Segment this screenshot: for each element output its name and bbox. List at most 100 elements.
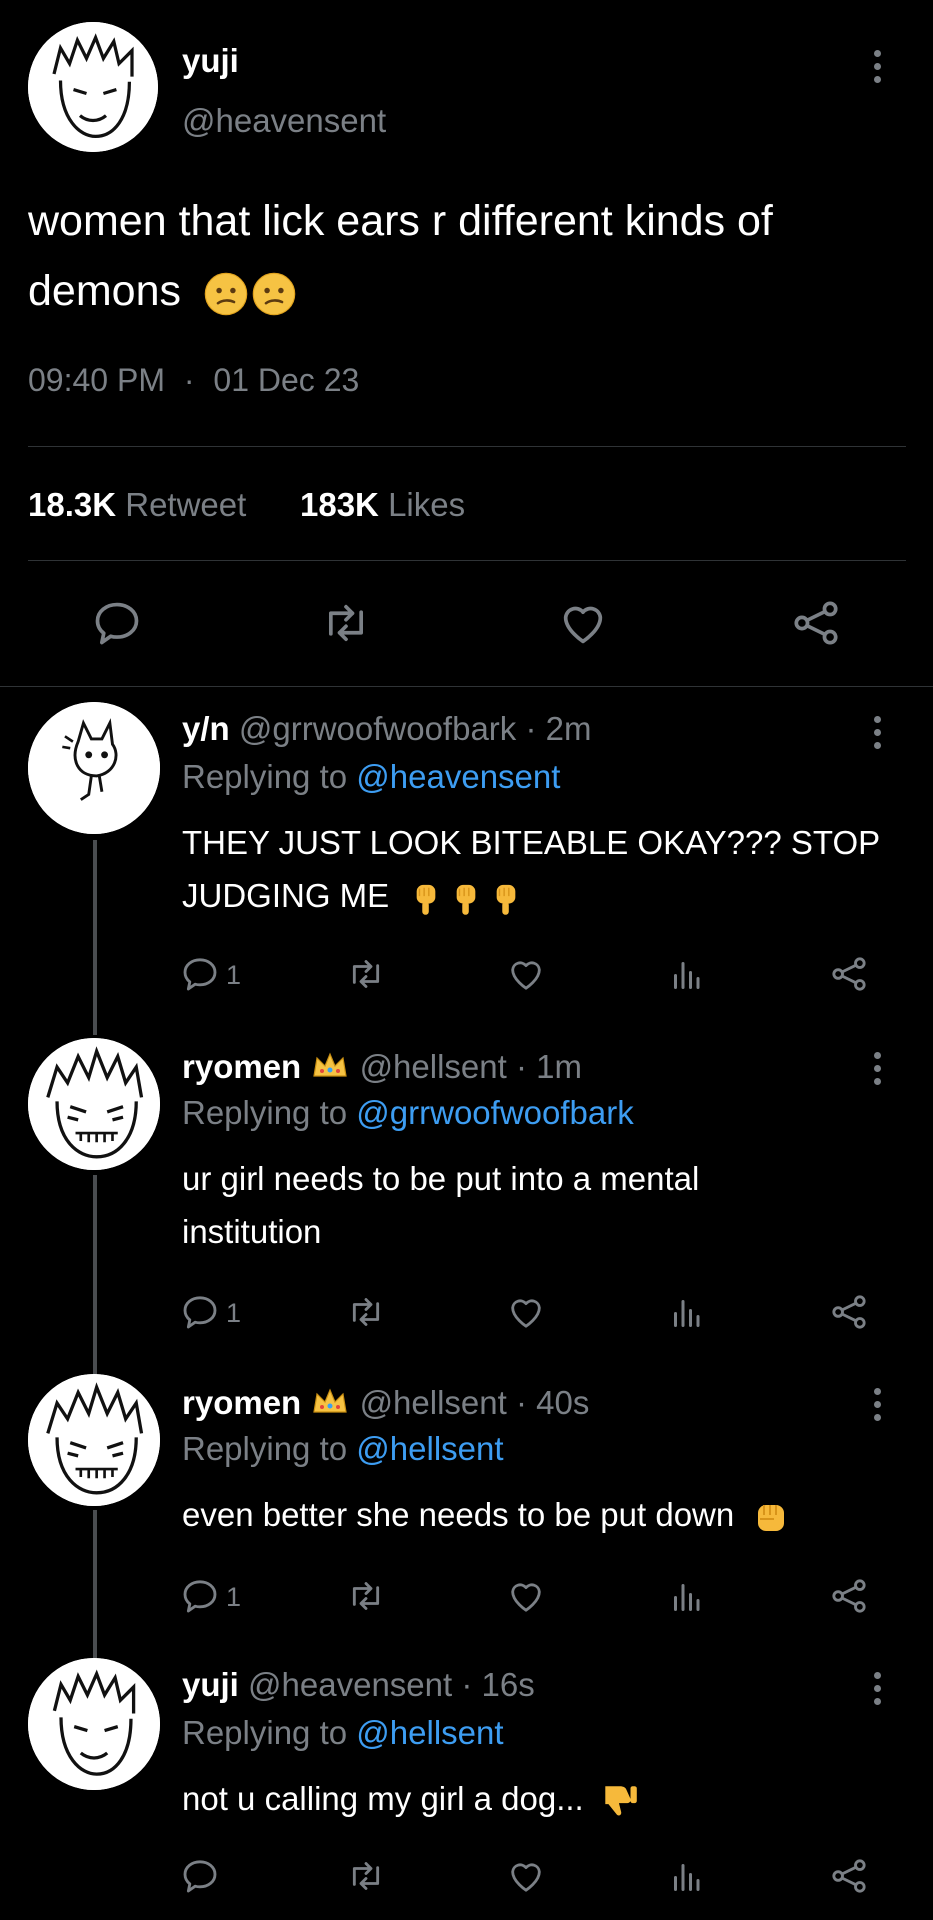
heart-icon[interactable] — [506, 954, 546, 994]
avatar-image — [28, 22, 158, 152]
divider — [28, 446, 906, 447]
analytics-icon[interactable] — [668, 1294, 704, 1330]
reply-count: 1 — [226, 1582, 242, 1612]
heart-icon[interactable] — [506, 1576, 546, 1616]
reply-avatar[interactable] — [28, 1374, 160, 1506]
raised-fist-emoji — [751, 1497, 791, 1537]
reply-time: · 1m — [515, 1048, 582, 1085]
analytics-icon[interactable] — [668, 1858, 704, 1894]
retweet-icon[interactable] — [320, 597, 372, 649]
replying-to-label: Replying to — [182, 1430, 348, 1467]
retweet-icon[interactable] — [346, 1576, 386, 1616]
replying-to-handle[interactable]: @hellsent — [356, 1430, 503, 1467]
reply-header: ryomen @hellsent · 1m — [182, 1048, 582, 1086]
share-icon[interactable] — [829, 1292, 869, 1332]
confused-face-emoji — [203, 271, 249, 317]
retweet-icon[interactable] — [346, 1292, 386, 1332]
more-options-icon[interactable] — [871, 1388, 883, 1421]
share-icon[interactable] — [829, 1856, 869, 1896]
analytics-icon[interactable] — [668, 956, 704, 992]
main-tweet-line-1: women that lick ears r different kinds o… — [28, 197, 773, 245]
reply-author-name[interactable]: yuji — [182, 1666, 239, 1703]
main-tweet-time: 09:40 PM — [28, 362, 165, 398]
heart-icon[interactable] — [506, 1292, 546, 1332]
likes-stat[interactable]: 183K Likes — [300, 486, 465, 524]
reply-icon[interactable] — [180, 954, 220, 994]
replying-to-label: Replying to — [182, 1714, 348, 1751]
reply-header: y/n @grrwoofwoofbark · 2m — [182, 710, 591, 748]
avatar-image — [28, 1038, 160, 1170]
section-divider — [0, 686, 933, 687]
analytics-icon[interactable] — [668, 1578, 704, 1614]
reply-author-handle[interactable]: @grrwoofwoofbark — [239, 710, 516, 747]
reply-text-line-1: THEY JUST LOOK BITEABLE OKAY??? STOP — [182, 824, 881, 861]
timestamp-separator: · — [183, 362, 195, 398]
crown-emoji — [310, 1046, 350, 1086]
reply-header: yuji @heavensent · 16s — [182, 1666, 535, 1704]
retweet-icon[interactable] — [346, 1856, 386, 1896]
replying-to-handle[interactable]: @grrwoofwoofbark — [356, 1094, 633, 1131]
heart-icon[interactable] — [557, 597, 609, 649]
heart-icon[interactable] — [506, 1856, 546, 1896]
reply-text-line-2: institution — [182, 1213, 322, 1250]
reply-author-handle[interactable]: @hellsent — [360, 1384, 507, 1421]
like-label: Likes — [388, 486, 466, 523]
reply-author-name[interactable]: ryomen — [182, 1384, 301, 1421]
reply-author-name[interactable]: y/n — [182, 710, 230, 747]
reply-author-handle[interactable]: @hellsent — [360, 1048, 507, 1085]
retweet-count: 18.3K — [28, 486, 117, 523]
more-options-icon[interactable] — [871, 716, 883, 749]
retweet-label: Retweet — [125, 486, 247, 523]
main-tweet-avatar[interactable] — [28, 22, 158, 152]
replying-to: Replying to @grrwoofwoofbark — [182, 1094, 634, 1132]
reply-text: not u calling my girl a dog... — [182, 1772, 882, 1825]
reply-text-line-1: ur girl needs to be put into a mental — [182, 1160, 700, 1197]
more-options-icon[interactable] — [871, 50, 883, 83]
reply-text-line-1: not u calling my girl a dog... — [182, 1780, 584, 1817]
main-tweet-date: 01 Dec 23 — [213, 362, 360, 398]
more-options-icon[interactable] — [871, 1672, 883, 1705]
replying-to: Replying to @hellsent — [182, 1714, 504, 1752]
main-author-name[interactable]: yuji — [182, 42, 239, 80]
replying-to-handle[interactable]: @heavensent — [356, 758, 560, 795]
thread-line — [93, 840, 97, 1035]
replying-to-label: Replying to — [182, 758, 348, 795]
reply-time: · 2m — [525, 710, 592, 747]
share-icon[interactable] — [829, 1576, 869, 1616]
reply-time: · 16s — [461, 1666, 535, 1703]
share-icon[interactable] — [790, 597, 842, 649]
thumbs-down-emoji — [599, 1780, 641, 1822]
reply-author-name[interactable]: ryomen — [182, 1048, 301, 1085]
reply-avatar[interactable] — [28, 702, 160, 834]
reply-icon[interactable] — [180, 1292, 220, 1332]
replying-to: Replying to @heavensent — [182, 758, 560, 796]
crown-emoji — [310, 1382, 350, 1422]
confused-face-emoji — [251, 271, 297, 317]
reply-text-line-1: even better she needs to be put down — [182, 1496, 735, 1533]
reply-avatar[interactable] — [28, 1658, 160, 1790]
avatar-image — [28, 702, 160, 834]
reply-text: even better she needs to be put down — [182, 1488, 882, 1541]
reply-author-handle[interactable]: @heavensent — [248, 1666, 452, 1703]
more-options-icon[interactable] — [871, 1052, 883, 1085]
replying-to-handle[interactable]: @hellsent — [356, 1714, 503, 1751]
pointing-down-emoji — [412, 879, 440, 917]
retweet-icon[interactable] — [346, 954, 386, 994]
reply-icon[interactable] — [180, 1856, 220, 1896]
share-icon[interactable] — [829, 954, 869, 994]
reply-text-line-1-row: even better she needs to be put down — [182, 1488, 882, 1541]
reply-icon[interactable] — [91, 597, 143, 649]
divider — [28, 560, 906, 561]
reply-text-line-2: JUDGING ME — [182, 877, 390, 914]
main-author-handle[interactable]: @heavensent — [182, 102, 386, 140]
like-count: 183K — [300, 486, 379, 523]
retweet-stat[interactable]: 18.3K Retweet — [28, 486, 246, 524]
replying-to: Replying to @hellsent — [182, 1430, 504, 1468]
reply-text-line-2-row: JUDGING ME — [182, 869, 882, 922]
thread-line — [93, 1510, 97, 1660]
reply-text: ur girl needs to be put into a mental in… — [182, 1152, 882, 1258]
reply-text-line-1-row: not u calling my girl a dog... — [182, 1772, 882, 1825]
reply-icon[interactable] — [180, 1576, 220, 1616]
avatar-image — [28, 1374, 160, 1506]
reply-avatar[interactable] — [28, 1038, 160, 1170]
